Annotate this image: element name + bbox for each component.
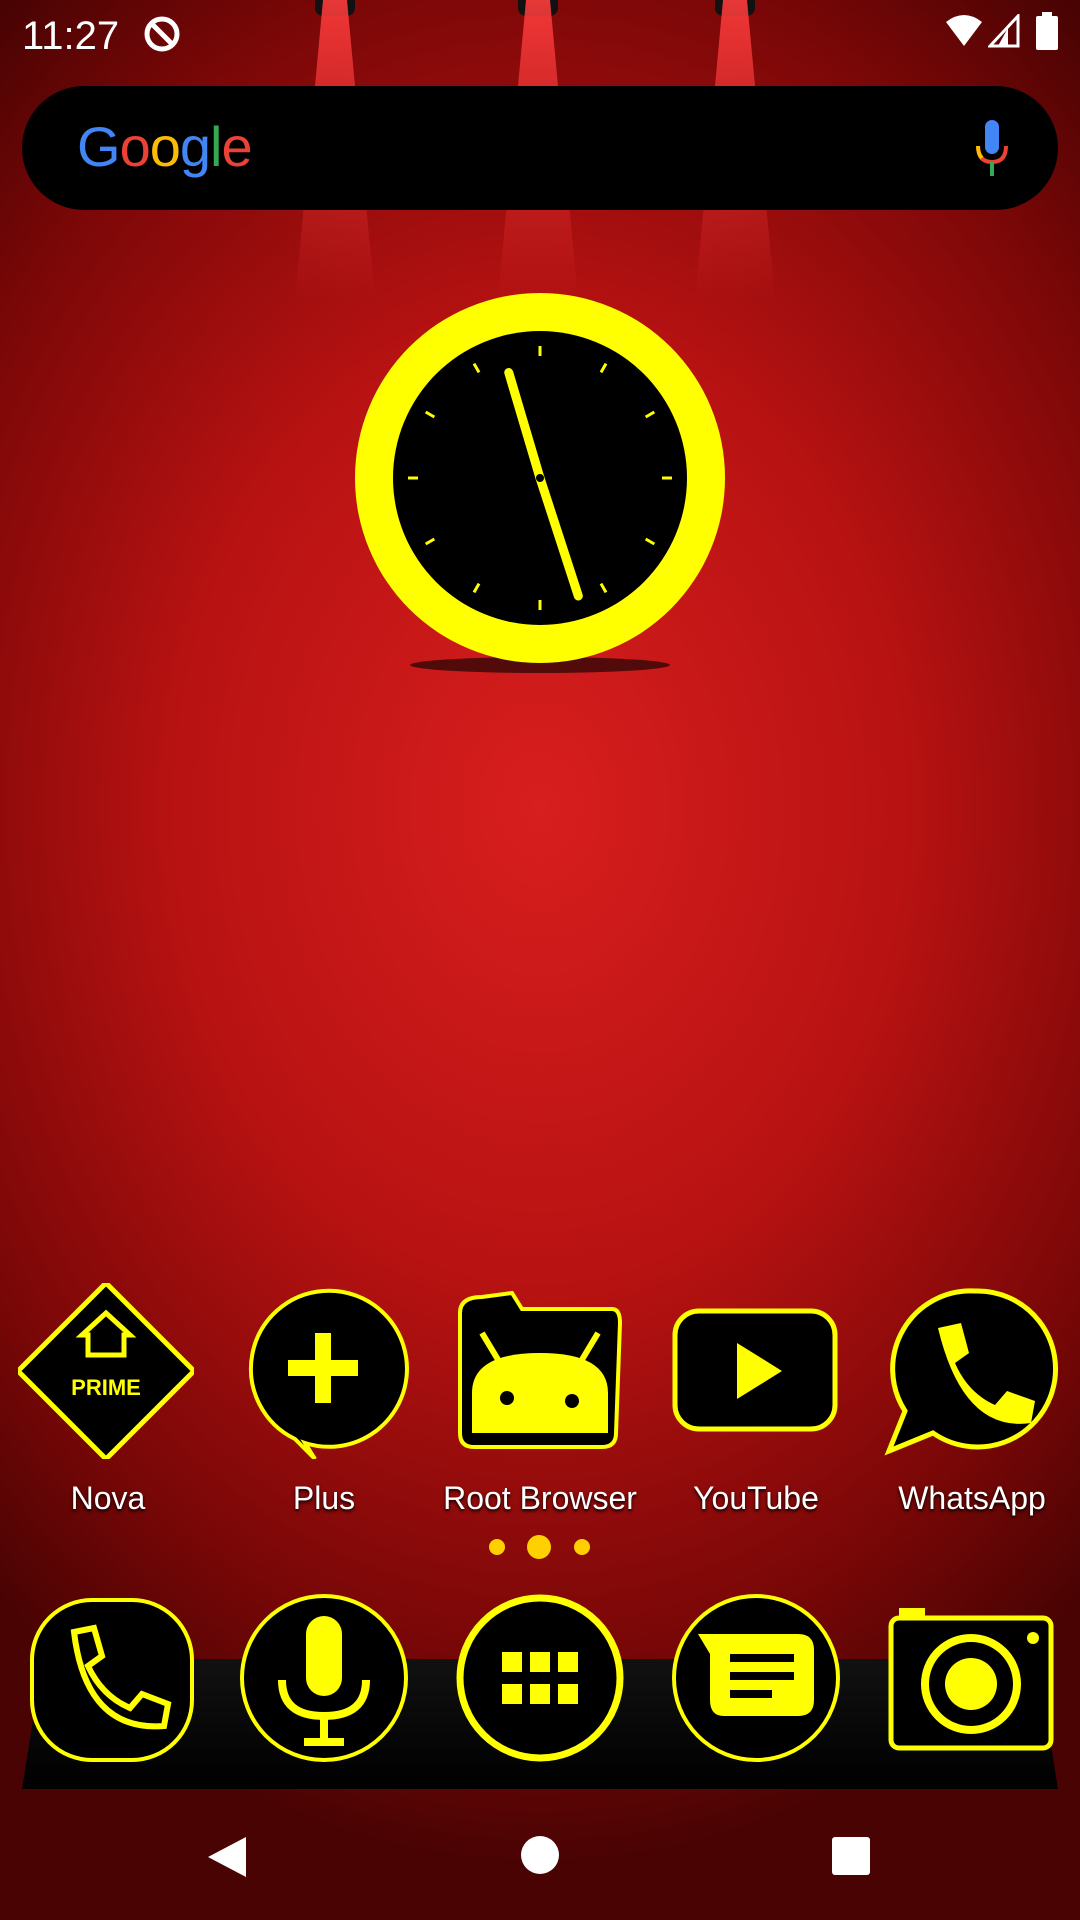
camera-icon[interactable] xyxy=(883,1592,1059,1768)
recents-icon[interactable] xyxy=(832,1837,870,1875)
battery-icon xyxy=(1036,12,1058,50)
page-dot[interactable] xyxy=(574,1539,590,1555)
mic-icon[interactable] xyxy=(972,120,1012,180)
page-dot-active[interactable] xyxy=(527,1535,551,1559)
back-icon[interactable] xyxy=(204,1835,248,1879)
mic-icon[interactable] xyxy=(236,1590,412,1766)
signal-icon xyxy=(988,14,1020,48)
app-label-nova[interactable]: Nova xyxy=(0,1480,216,1517)
app-drawer-icon[interactable] xyxy=(452,1590,628,1766)
youtube-icon[interactable] xyxy=(667,1283,843,1459)
messages-icon[interactable] xyxy=(668,1590,844,1766)
app-label-whatsapp[interactable]: WhatsApp xyxy=(864,1480,1080,1517)
q-badge-icon xyxy=(144,16,180,52)
home-icon[interactable] xyxy=(520,1835,560,1875)
google-logo: Google xyxy=(77,115,253,178)
svg-text:PRIME: PRIME xyxy=(71,1375,141,1400)
app-label-youtube[interactable]: YouTube xyxy=(648,1480,864,1517)
analog-clock-widget[interactable] xyxy=(340,280,740,680)
plus-icon[interactable] xyxy=(235,1283,411,1459)
nova-prime-icon[interactable]: PRIME xyxy=(18,1283,194,1459)
phone-icon[interactable] xyxy=(24,1592,200,1768)
google-search-bar[interactable]: Google xyxy=(22,86,1058,210)
wifi-icon xyxy=(946,15,982,46)
whatsapp-icon[interactable] xyxy=(883,1283,1059,1459)
app-label-root-browser[interactable]: Root Browser xyxy=(432,1480,648,1517)
page-dot[interactable] xyxy=(489,1539,505,1555)
status-time: 11:27 xyxy=(22,14,120,58)
app-label-plus[interactable]: Plus xyxy=(216,1480,432,1517)
root-browser-icon[interactable] xyxy=(452,1283,628,1459)
